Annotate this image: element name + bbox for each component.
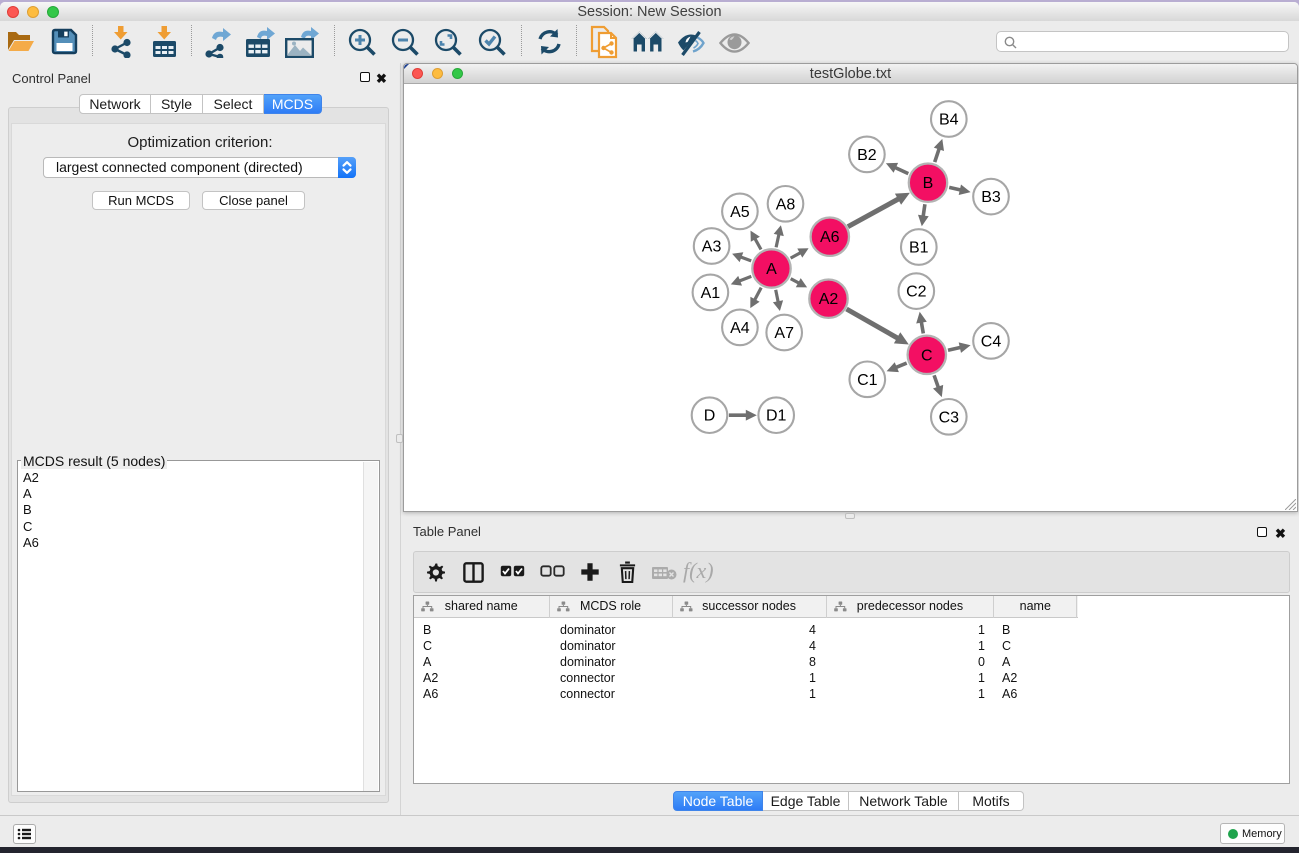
- svg-text:B3: B3: [981, 189, 1001, 206]
- svg-text:A2: A2: [819, 291, 839, 308]
- svg-text:A7: A7: [774, 325, 794, 342]
- svg-text:B: B: [923, 175, 934, 192]
- svg-text:A5: A5: [730, 204, 750, 221]
- svg-text:D: D: [704, 408, 716, 425]
- svg-text:A1: A1: [701, 285, 721, 302]
- svg-text:C3: C3: [939, 409, 960, 426]
- svg-text:A6: A6: [820, 229, 840, 246]
- svg-text:D1: D1: [766, 408, 787, 425]
- svg-text:B4: B4: [939, 112, 959, 129]
- svg-text:C4: C4: [981, 333, 1002, 350]
- svg-text:A: A: [766, 261, 777, 278]
- svg-text:A3: A3: [702, 239, 722, 256]
- svg-text:B2: B2: [857, 147, 877, 164]
- svg-text:A4: A4: [730, 320, 750, 337]
- svg-text:C2: C2: [906, 284, 927, 301]
- svg-text:C1: C1: [857, 372, 878, 389]
- svg-text:C: C: [921, 347, 933, 364]
- svg-text:A8: A8: [776, 196, 796, 213]
- svg-text:B1: B1: [909, 240, 929, 257]
